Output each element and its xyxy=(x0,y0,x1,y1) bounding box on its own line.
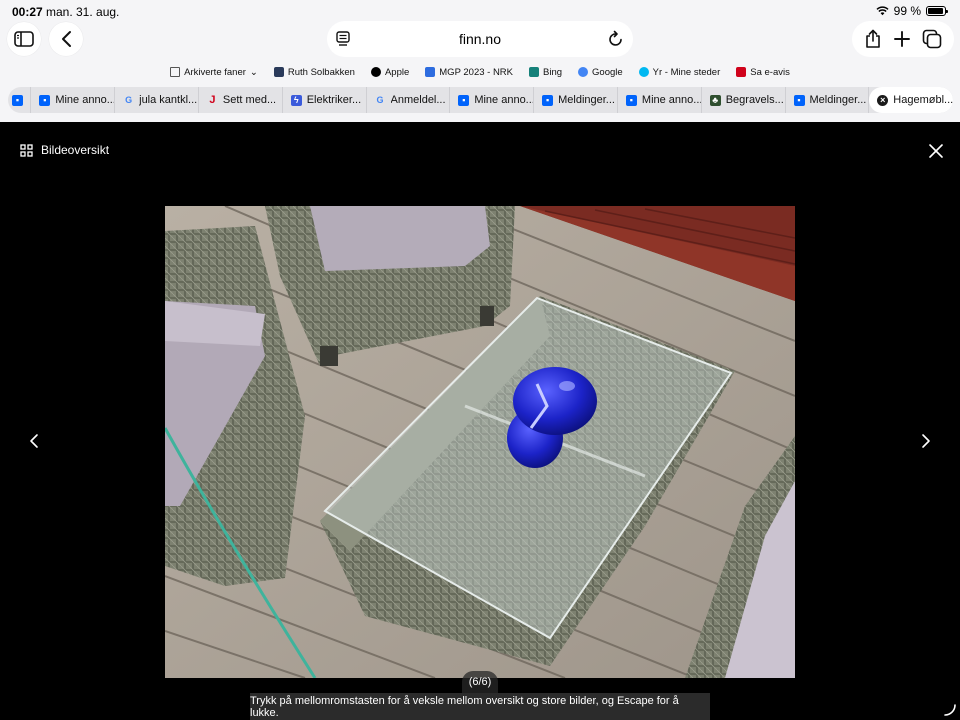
grid-icon xyxy=(20,143,33,157)
bookmark-label: Ruth Solbakken xyxy=(287,66,355,78)
bookmark-label: Sa e-avis xyxy=(750,66,790,78)
nrk-icon xyxy=(425,67,436,77)
bookmark-label: Bing xyxy=(543,66,563,78)
favorites-bar: Arkiverte faner ⌄ Ruth Solbakken Apple MGP 2… xyxy=(0,64,960,80)
tab-label: Mine anno... xyxy=(474,94,534,106)
bookmark-label: Apple xyxy=(384,66,410,78)
status-time: 00:27 xyxy=(12,5,43,19)
folder-icon xyxy=(170,67,181,77)
address-bar[interactable]: finn.no xyxy=(327,21,633,57)
apple-icon xyxy=(370,67,381,77)
tab-item[interactable]: ▪ Mine anno... xyxy=(450,87,535,113)
google-icon: G xyxy=(376,95,384,105)
tab-active[interactable]: × Hagemøbl... xyxy=(869,87,953,113)
tab-item[interactable]: ϟ Elektriker... xyxy=(283,87,367,113)
image-counter: (6/6) xyxy=(462,671,498,693)
back-button[interactable] xyxy=(49,22,83,56)
status-date: man. 31. aug. xyxy=(46,5,120,19)
share-icon[interactable] xyxy=(864,29,882,49)
image-overview-button[interactable]: Bildeoversikt xyxy=(20,143,109,157)
wifi-icon xyxy=(876,6,889,16)
bookmark-item[interactable]: MGP 2023 - NRK xyxy=(425,64,513,80)
bookmark-item[interactable]: Apple xyxy=(370,64,410,80)
tab-overview-icon[interactable] xyxy=(922,29,942,49)
tab-label: Hagemøbl... xyxy=(893,94,953,106)
bookmark-item[interactable]: Ruth Solbakken xyxy=(273,64,355,80)
tab-label: Meldinger... xyxy=(558,94,615,106)
finn-icon: ▪ xyxy=(458,94,470,106)
tab-item[interactable]: ▪ xyxy=(8,87,32,113)
url-text: finn.no xyxy=(458,31,502,47)
bookmark-item[interactable]: Arkiverte faner ⌄ xyxy=(170,64,258,80)
tab-item[interactable]: J Sett med... xyxy=(199,87,283,113)
bookmark-label: Arkiverte faner xyxy=(184,66,246,78)
sidebar-toggle-button[interactable] xyxy=(7,22,41,56)
browser-chrome: 00:27 man. 31. aug. 99 % finn.no Arkiver… xyxy=(0,0,960,122)
yr-icon xyxy=(638,67,649,77)
bing-icon xyxy=(529,67,540,77)
keyboard-hint: Trykk på mellomromstasten for å veksle m… xyxy=(250,693,710,720)
bookmark-item[interactable]: Bing xyxy=(529,64,562,80)
finn-icon: ▪ xyxy=(793,94,805,106)
j-icon: J xyxy=(209,94,216,106)
finn-icon: ▪ xyxy=(542,94,554,106)
bookmark-item[interactable]: Yr - Mine steder xyxy=(638,64,721,80)
bookmark-label: Google xyxy=(592,66,623,78)
chevron-left-icon xyxy=(62,31,71,47)
tab-item[interactable]: G Anmeldel... xyxy=(367,87,451,113)
tab-label: Elektriker... xyxy=(306,94,362,106)
tab-label: Sett med... xyxy=(222,94,277,106)
close-icon[interactable] xyxy=(926,141,946,161)
tab-label: Mine anno... xyxy=(55,94,115,106)
tab-label: Anmeldel... xyxy=(390,94,446,106)
resize-handle-icon[interactable] xyxy=(944,704,956,716)
bookmark-label: Yr - Mine steder xyxy=(652,66,721,78)
google-icon xyxy=(578,67,589,77)
tab-item[interactable]: ▪ Meldinger... xyxy=(534,87,618,113)
tab-item[interactable]: ▪ Mine anno... xyxy=(618,87,702,113)
toolbar-actions xyxy=(852,21,954,57)
finn-icon: ▪ xyxy=(39,94,51,106)
tab-bar: ▪ ▪ Mine anno... Gjula kantkl... J Sett med..… xyxy=(8,87,953,113)
bookmark-item[interactable]: Google xyxy=(578,64,623,80)
listing-photo xyxy=(165,206,795,678)
battery-percent: 99 % xyxy=(893,4,921,18)
finn-icon: ▪ xyxy=(12,94,23,106)
grid-icon xyxy=(273,67,284,77)
next-image-icon[interactable] xyxy=(916,431,936,451)
bookmark-item[interactable]: Sa e-avis xyxy=(736,64,790,80)
tab-label: Begravels... xyxy=(725,94,784,106)
google-icon: G xyxy=(125,95,133,105)
finn-icon: ▪ xyxy=(625,94,637,106)
sa-icon xyxy=(736,67,747,77)
tree-icon: ♣ xyxy=(709,94,721,106)
tab-label: Mine anno... xyxy=(641,94,701,106)
tab-item[interactable]: ♣ Begravels... xyxy=(702,87,786,113)
bolt-icon: ϟ xyxy=(290,94,302,106)
reload-icon[interactable] xyxy=(608,30,624,47)
battery-icon xyxy=(926,6,948,16)
chevron-down-icon: ⌄ xyxy=(249,66,258,78)
tab-item[interactable]: Gjula kantkl... xyxy=(115,87,199,113)
tab-item[interactable]: ▪ Mine anno... xyxy=(31,87,116,113)
previous-image-icon[interactable] xyxy=(24,431,44,451)
bookmark-label: MGP 2023 - NRK xyxy=(439,66,514,78)
tab-label: Meldinger... xyxy=(809,94,867,106)
sidebar-icon xyxy=(14,31,34,47)
tab-item[interactable]: ▪ Meldinger... xyxy=(786,87,870,113)
new-tab-icon[interactable] xyxy=(893,30,911,48)
tab-label: jula kantkl... xyxy=(139,94,198,106)
image-overview-label: Bildeoversikt xyxy=(41,143,110,157)
close-circle-icon: × xyxy=(877,94,889,106)
status-right: 99 % xyxy=(876,4,948,18)
